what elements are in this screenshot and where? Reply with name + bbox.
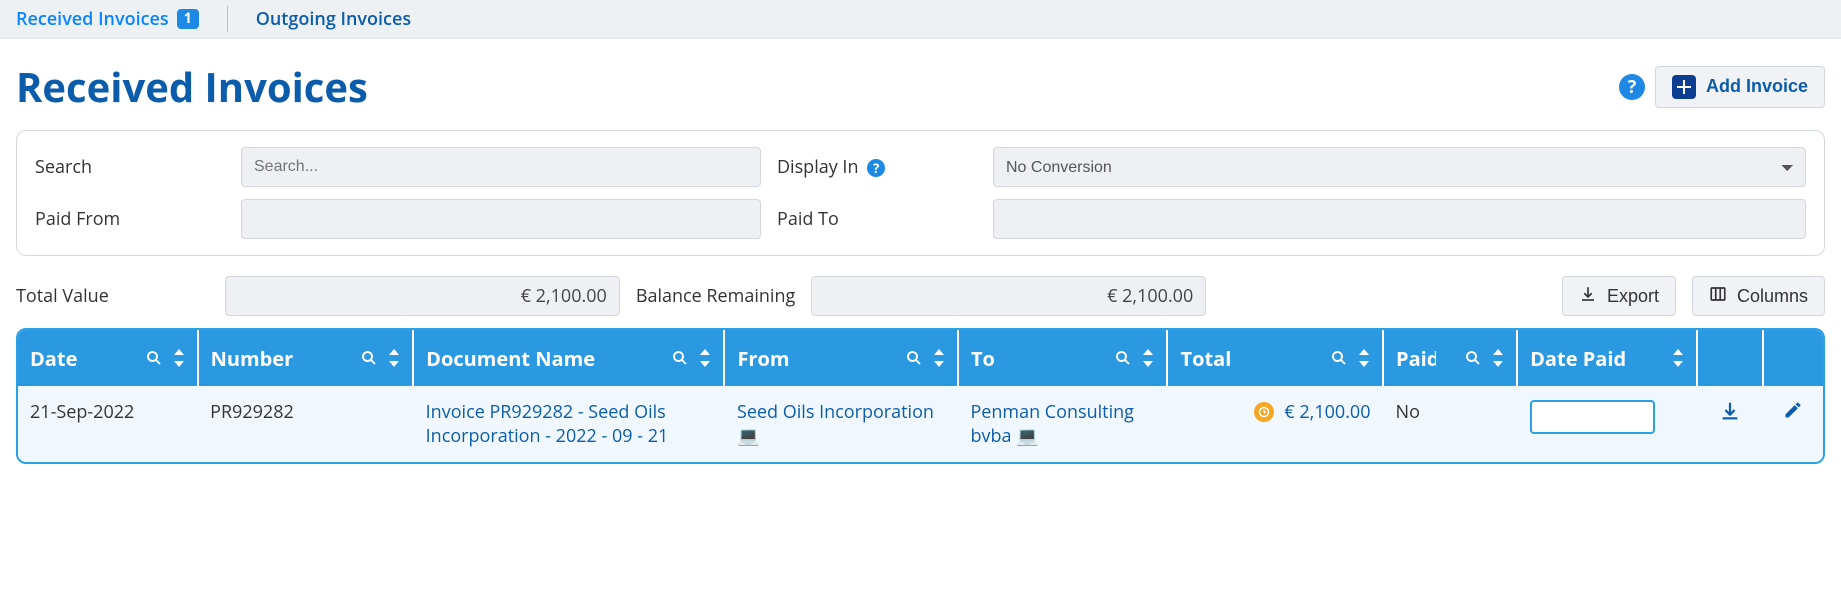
th-from[interactable]: From [724,330,957,386]
th-label: Date Paid [1530,345,1626,372]
search-icon[interactable] [1114,349,1132,367]
tab-badge: 1 [177,9,199,29]
balance-remaining-label: Balance Remaining [636,284,795,308]
columns-icon [1709,285,1727,308]
columns-button[interactable]: Columns [1692,276,1825,316]
search-icon[interactable] [1464,349,1482,367]
cell-number: PR929282 [198,386,414,462]
plus-icon [1672,75,1696,99]
filter-panel: Search Display In ? No Conversion Paid F… [16,130,1825,256]
th-label: Total [1180,345,1231,372]
add-invoice-button[interactable]: Add Invoice [1655,66,1825,108]
laptop-icon: 💻 [737,424,759,448]
cell-document-name[interactable]: Invoice PR929282 - Seed Oils Incorporati… [413,386,724,462]
sort-icon[interactable] [1142,349,1154,367]
search-input[interactable] [241,147,761,187]
help-icon[interactable]: ? [867,159,885,177]
cell-to-text: Penman Consulting bvba [970,400,1134,448]
table-header-row: Date Number Document Name [18,330,1823,386]
display-in-label-text: Display In [777,155,859,179]
tab-divider [227,6,228,32]
th-number[interactable]: Number [198,330,414,386]
th-actions-2 [1763,330,1823,386]
cell-from-text: Seed Oils Incorporation [737,400,934,424]
th-date[interactable]: Date [18,330,198,386]
cell-to[interactable]: Penman Consulting bvba 💻 [958,386,1168,462]
cell-edit [1763,386,1823,462]
export-label: Export [1607,286,1659,307]
display-in-select[interactable]: No Conversion [993,147,1806,187]
search-icon[interactable] [1330,349,1348,367]
th-to[interactable]: To [958,330,1168,386]
th-actions-1 [1697,330,1763,386]
th-total[interactable]: Total [1167,330,1383,386]
paid-from-input[interactable] [241,199,761,239]
summary-bar: Total Value € 2,100.00 Balance Remaining… [0,256,1841,328]
total-value-label: Total Value [16,284,109,308]
th-date-paid[interactable]: Date Paid [1517,330,1697,386]
cell-date: 21-Sep-2022 [18,386,198,462]
sort-icon[interactable] [388,349,400,367]
paid-from-label: Paid From [35,207,225,231]
page-title: Received Invoices [16,59,368,114]
search-label: Search [35,155,225,179]
sort-icon[interactable] [1672,349,1684,367]
cell-from[interactable]: Seed Oils Incorporation 💻 [724,386,957,462]
balance-remaining-box: € 2,100.00 [811,276,1206,316]
sort-icon[interactable] [1358,349,1370,367]
download-icon[interactable] [1719,400,1741,422]
cell-paid: No [1383,386,1517,462]
cell-total-text: € 2,100.00 [1284,400,1370,424]
search-icon[interactable] [145,349,163,367]
search-icon[interactable] [360,349,378,367]
th-label: Date [30,345,77,372]
sort-icon[interactable] [933,349,945,367]
paid-to-input[interactable] [993,199,1806,239]
download-icon [1579,285,1597,308]
cell-download [1697,386,1763,462]
invoice-table: Date Number Document Name [16,328,1825,464]
display-in-label: Display In ? [777,155,977,179]
search-icon[interactable] [671,349,689,367]
th-label: Document Name [426,345,595,372]
header-actions: ? Add Invoice [1619,66,1825,108]
tab-received-invoices[interactable]: Received Invoices 1 [16,7,199,31]
clock-icon [1254,402,1274,422]
tab-outgoing-invoices[interactable]: Outgoing Invoices [256,7,411,31]
cell-date-paid [1517,386,1697,462]
th-label: Paid [1396,345,1436,372]
total-value-box: € 2,100.00 [225,276,620,316]
tab-label: Received Invoices [16,7,169,31]
sort-icon[interactable] [699,349,711,367]
tab-bar: Received Invoices 1 Outgoing Invoices [0,0,1841,39]
search-icon[interactable] [905,349,923,367]
help-icon[interactable]: ? [1619,74,1645,100]
th-label: From [737,345,789,372]
edit-icon[interactable] [1783,400,1803,420]
date-paid-input[interactable] [1530,400,1655,434]
laptop-icon: 💻 [1016,424,1038,448]
add-invoice-label: Add Invoice [1706,76,1808,97]
th-label: Number [211,345,294,372]
th-document-name[interactable]: Document Name [413,330,724,386]
cell-total: € 2,100.00 [1167,386,1383,462]
paid-to-label: Paid To [777,207,977,231]
tab-label: Outgoing Invoices [256,7,411,31]
table-row: 21-Sep-2022 PR929282 Invoice PR929282 - … [18,386,1823,462]
page-header: Received Invoices ? Add Invoice [0,39,1841,130]
sort-icon[interactable] [1492,349,1504,367]
columns-label: Columns [1737,286,1808,307]
export-button[interactable]: Export [1562,276,1676,316]
sort-icon[interactable] [173,349,185,367]
th-paid[interactable]: Paid [1383,330,1517,386]
th-label: To [971,345,995,372]
